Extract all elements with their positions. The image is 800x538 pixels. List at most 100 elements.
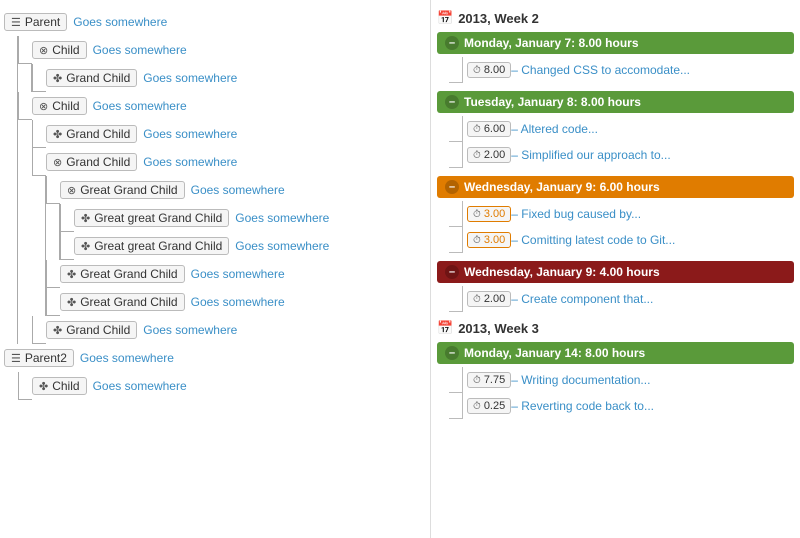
leaf-icon: ✤: [81, 240, 90, 253]
tree-node-child1: ⊗ Child Goes somewhere ✤ Grand Child Goes som…: [4, 36, 426, 92]
node-text: Grand Child: [66, 71, 130, 85]
minus-circle-icon: ⊗: [39, 44, 48, 57]
entries-container: ⏱8.00– Changed CSS to accomodate...: [437, 57, 794, 83]
node-link-parent1[interactable]: Goes somewhere: [73, 15, 167, 29]
node-text: Great great Grand Child: [94, 239, 222, 253]
node-label-parent2: ☰ Parent2: [4, 349, 74, 367]
entry-description[interactable]: – Altered code...: [511, 122, 598, 136]
time-value: 0.25: [484, 400, 505, 412]
tree-node-child2: ⊗ Child Goes somewhere ✤ Grand Child Goes som…: [4, 92, 426, 344]
node-text: Child: [52, 99, 79, 113]
node-text: Grand Child: [66, 127, 130, 141]
leaf-icon: ✤: [53, 72, 62, 85]
collapse-icon[interactable]: –: [445, 265, 459, 279]
entry-connector: [449, 116, 463, 142]
folder-icon: ☰: [11, 16, 21, 29]
minus-circle-icon: ⊗: [39, 100, 48, 113]
entry-description[interactable]: – Changed CSS to accomodate...: [511, 63, 690, 77]
entry-description[interactable]: – Simplified our approach to...: [511, 148, 670, 162]
node-link-child2[interactable]: Goes somewhere: [93, 99, 187, 113]
node-label-greatgrand2: ✤Great Grand Child: [60, 265, 185, 283]
time-value: 3.00: [484, 208, 505, 220]
entry-connector: [449, 142, 463, 168]
entry-row: ⏱7.75– Writing documentation...: [445, 367, 794, 393]
node-link-ggrand1[interactable]: Goes somewhere: [235, 211, 329, 225]
node-label-child3: ✤ Child: [32, 377, 87, 395]
day-block: –Wednesday, January 9: 4.00 hours ⏱2.00 – …: [437, 261, 794, 312]
leaf-icon: ✤: [53, 128, 62, 141]
node-text: Child: [52, 43, 79, 57]
node-text: Grand Child: [66, 155, 130, 169]
tree-node-grandchild4: ✤Grand ChildGoes somewhere: [4, 316, 426, 344]
clock-icon: ⏱: [473, 209, 481, 220]
entry-description[interactable]: – Comitting latest code to Git...: [511, 233, 675, 247]
node-text: Child: [52, 379, 79, 393]
day-label: Monday, January 14: 8.00 hours: [464, 346, 645, 360]
entry-connector: [449, 201, 463, 227]
node-label-grandchild3: ⊗Grand Child: [46, 153, 137, 171]
day-header[interactable]: –Monday, January 14: 8.00 hours: [437, 342, 794, 364]
time-badge: ⏱6.00: [467, 121, 511, 137]
day-header[interactable]: –Monday, January 7: 8.00 hours: [437, 32, 794, 54]
entry-connector: [449, 57, 463, 83]
entry-connector: [449, 367, 463, 393]
node-link-grandchild1[interactable]: Goes somewhere: [143, 71, 237, 85]
node-link-child3[interactable]: Goes somewhere: [93, 379, 187, 393]
day-header[interactable]: –Tuesday, January 8: 8.00 hours: [437, 91, 794, 113]
node-link-grandchild2[interactable]: Goes somewhere: [143, 127, 237, 141]
node-link-grandchild4[interactable]: Goes somewhere: [143, 323, 237, 337]
entry-description[interactable]: – Create component that...: [511, 292, 653, 306]
entry-row: ⏱2.00– Simplified our approach to...: [445, 142, 794, 168]
day-header[interactable]: –Wednesday, January 9: 6.00 hours: [437, 176, 794, 198]
entry-description[interactable]: – Reverting code back to...: [511, 399, 654, 413]
node-label-ggrand1: ✤Great great Grand Child: [74, 209, 229, 227]
node-text: Grand Child: [66, 323, 130, 337]
entry-connector: [449, 227, 463, 253]
time-badge: ⏱3.00: [467, 232, 511, 248]
day-block: –Wednesday, January 9: 6.00 hours⏱3.00– …: [437, 176, 794, 253]
calendar-icon: 📅: [437, 10, 453, 26]
clock-icon: ⏱: [473, 294, 481, 305]
node-link-greatgrand2[interactable]: Goes somewhere: [191, 267, 285, 281]
entry-description[interactable]: – Fixed bug caused by...: [511, 207, 641, 221]
day-header[interactable]: –Wednesday, January 9: 4.00 hours: [437, 261, 794, 283]
time-badge: ⏱0.25: [467, 398, 511, 414]
node-text: Great Grand Child: [80, 295, 177, 309]
entry-connector: [449, 286, 463, 312]
tree-node-greatgrand3: ✤Great Grand Child Goes somewhere: [4, 288, 426, 316]
node-link-child1[interactable]: Goes somewhere: [93, 43, 187, 57]
node-text: Great great Grand Child: [94, 211, 222, 225]
week-header: 📅2013, Week 3: [437, 320, 794, 336]
time-value: 2.00: [484, 149, 505, 161]
node-link-grandchild3[interactable]: Goes somewhere: [143, 155, 237, 169]
collapse-icon[interactable]: –: [445, 36, 459, 50]
folder-icon: ☰: [11, 352, 21, 365]
node-link-greatgrand3[interactable]: Goes somewhere: [191, 295, 285, 309]
week-header: 📅2013, Week 2: [437, 10, 794, 26]
clock-icon: ⏱: [473, 65, 481, 76]
tree-node-grandchild3: ⊗Grand Child Goes somewhere ⊗Great Grand C…: [4, 148, 426, 316]
entry-row: ⏱8.00– Changed CSS to accomodate...: [445, 57, 794, 83]
node-link-ggrand2[interactable]: Goes somewhere: [235, 239, 329, 253]
node-label-greatgrand1: ⊗Great Grand Child: [60, 181, 185, 199]
node-text: Parent: [25, 15, 60, 29]
node-link-parent2[interactable]: Goes somewhere: [80, 351, 174, 365]
tree-node-grandchild2: ✤ Grand Child Goes somewhere: [4, 120, 426, 148]
collapse-icon[interactable]: –: [445, 346, 459, 360]
entries-container: ⏱3.00– Fixed bug caused by...⏱3.00– Comi…: [437, 201, 794, 253]
clock-icon: ⏱: [473, 401, 481, 412]
time-value: 6.00: [484, 123, 505, 135]
leaf-icon: ✤: [39, 380, 48, 393]
time-value: 2.00: [484, 293, 505, 305]
time-value: 7.75: [484, 374, 505, 386]
entry-row: ⏱3.00 – Fixed bug caused by...: [445, 201, 794, 227]
entry-row: ⏱2.00 – Create component that...: [445, 286, 794, 312]
node-link-greatgrand1[interactable]: Goes somewhere: [191, 183, 285, 197]
node-text: Parent2: [25, 351, 67, 365]
collapse-icon[interactable]: –: [445, 95, 459, 109]
collapse-icon[interactable]: –: [445, 180, 459, 194]
clock-icon: ⏱: [473, 124, 481, 135]
node-label-child1: ⊗ Child: [32, 41, 87, 59]
node-label-greatgrand3: ✤Great Grand Child: [60, 293, 185, 311]
entry-description[interactable]: – Writing documentation...: [511, 373, 650, 387]
